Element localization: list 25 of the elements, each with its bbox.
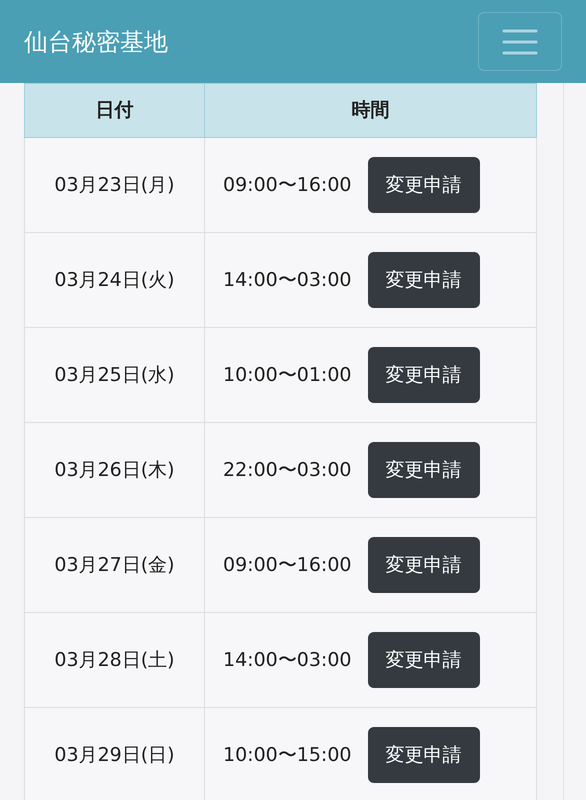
change-request-button[interactable]: 変更申請: [368, 442, 480, 498]
time-range: 10:00〜01:00: [223, 362, 352, 388]
date-cell: 03月25日(水): [24, 328, 204, 422]
date-cell: 03月24日(火): [24, 232, 204, 328]
change-request-button[interactable]: 変更申請: [368, 252, 480, 308]
change-request-button[interactable]: 変更申請: [368, 157, 480, 213]
column-header: 時間: [204, 84, 536, 138]
date-cell: 03月27日(金): [24, 518, 204, 612]
change-request-button[interactable]: 変更申請: [368, 727, 480, 783]
time-range: 22:00〜03:00: [223, 458, 352, 483]
time-range: 14:00〜03:00: [223, 648, 352, 673]
date-cell: 03月29日(日): [24, 708, 204, 800]
time-range: 14:00〜03:00: [223, 268, 352, 293]
column-header: 日付: [24, 84, 204, 138]
menu-button[interactable]: [478, 12, 562, 71]
time-range: 09:00〜16:00: [223, 172, 352, 198]
date-cell: 03月23日(月): [24, 138, 204, 232]
change-request-button[interactable]: 変更申請: [368, 347, 480, 403]
menu-icon: [502, 28, 538, 56]
change-request-button[interactable]: 変更申請: [368, 537, 480, 593]
time-range: 10:00〜15:00: [223, 742, 352, 768]
change-request-button[interactable]: 変更申請: [368, 632, 480, 688]
time-range: 09:00〜16:00: [223, 552, 352, 578]
date-cell: 03月28日(土): [24, 612, 204, 708]
date-cell: 03月26日(木): [24, 422, 204, 518]
